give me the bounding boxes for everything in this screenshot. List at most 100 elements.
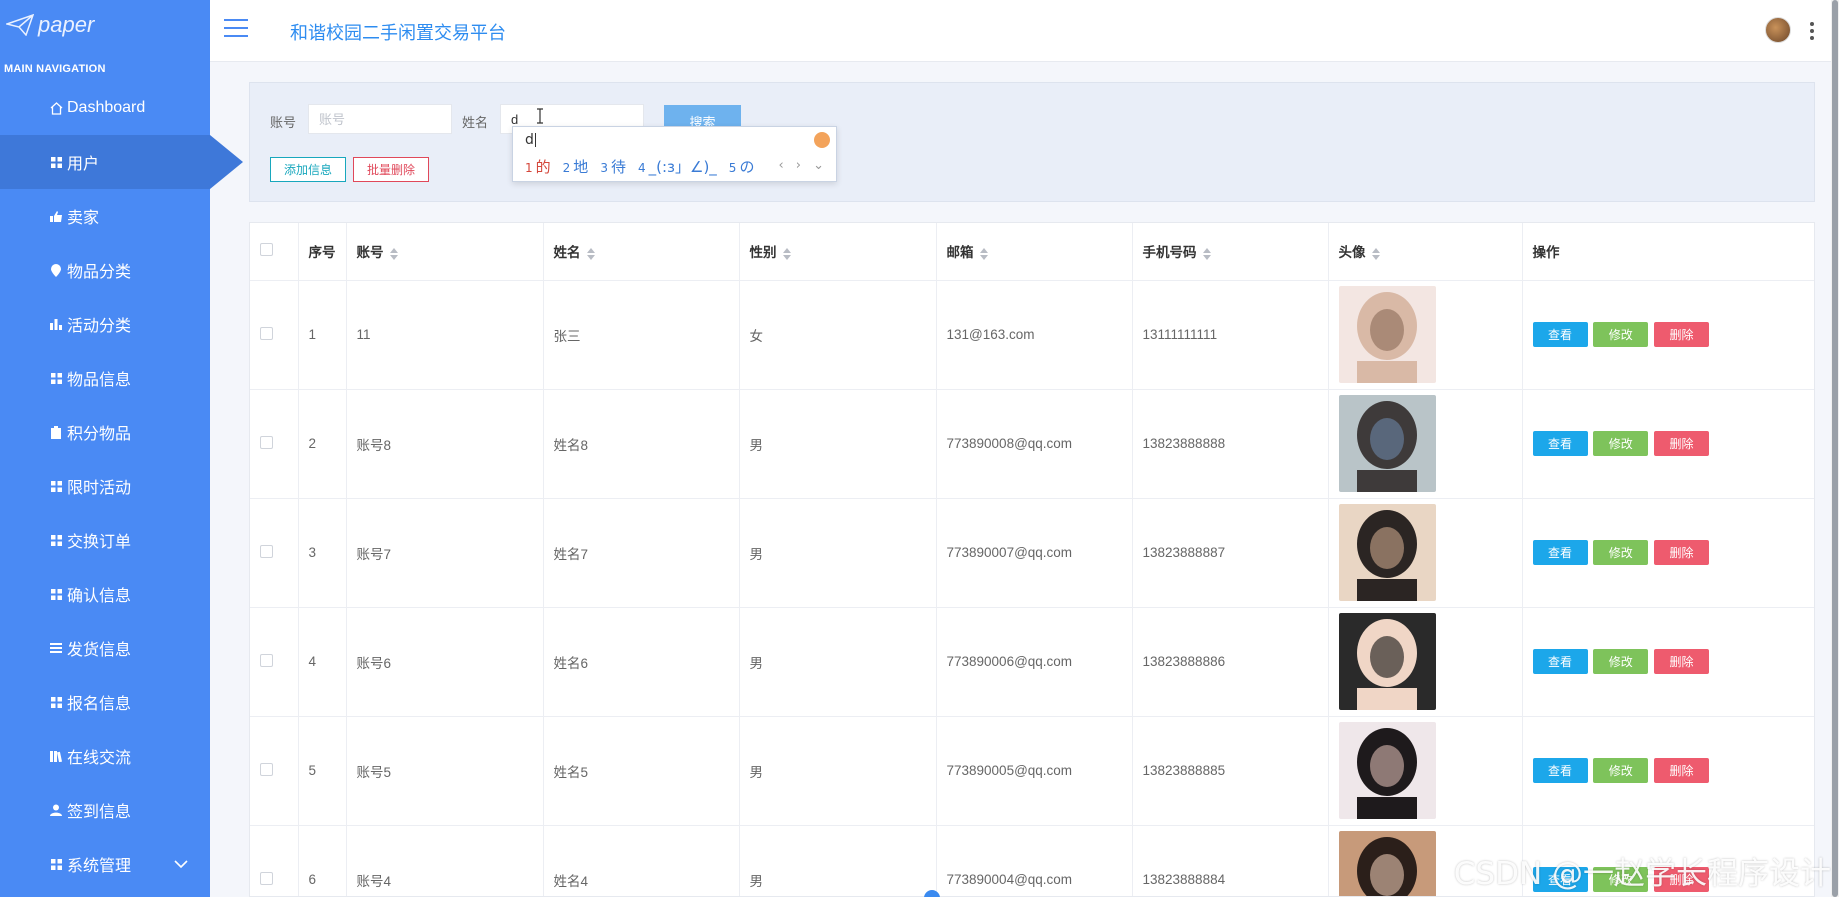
edit-button[interactable]: 修改 (1593, 431, 1649, 456)
edit-button[interactable]: 修改 (1593, 649, 1649, 674)
account-input[interactable] (308, 104, 452, 134)
avatar-photo[interactable] (1338, 395, 1436, 492)
clipboard-icon (49, 425, 63, 439)
view-button[interactable]: 查看 (1532, 540, 1588, 565)
view-button[interactable]: 查看 (1532, 649, 1588, 674)
sidebar-item-sellers[interactable]: 卖家 (0, 189, 210, 243)
more-vertical-icon[interactable] (1809, 22, 1815, 40)
sidebar-item-dashboard[interactable]: Dashboard (0, 81, 210, 135)
row-checkbox[interactable] (260, 326, 273, 340)
cell-avatar (1328, 607, 1523, 717)
select-all-checkbox[interactable] (260, 243, 273, 257)
sort-icon[interactable] (389, 247, 398, 260)
hamburger-menu-icon[interactable] (224, 19, 248, 39)
delete-button[interactable]: 删除 (1654, 649, 1710, 674)
cell-account: 11 (346, 280, 544, 390)
avatar-photo[interactable] (1338, 286, 1436, 383)
sidebar-item-label: 在线交流 (67, 750, 132, 767)
delete-button[interactable]: 删除 (1654, 431, 1710, 456)
row-select-cell (250, 607, 299, 717)
sort-icon[interactable] (782, 247, 791, 260)
cell-phone: 13823888886 (1132, 607, 1329, 717)
avatar-photo[interactable] (1338, 722, 1436, 819)
sidebar-item-flash-activity[interactable]: 限时活动 (0, 459, 210, 513)
col-email[interactable]: 邮箱 (936, 223, 1133, 281)
col-name[interactable]: 姓名 (543, 223, 740, 281)
edit-button[interactable]: 修改 (1593, 758, 1649, 783)
cell-name: 姓名4 (543, 825, 740, 896)
grid-icon (49, 533, 63, 547)
ime-candidate[interactable]: 3待 (600, 156, 626, 177)
col-account[interactable]: 账号 (346, 223, 544, 281)
row-checkbox[interactable] (260, 544, 273, 558)
table-row: 3 账号7 姓名7 男 773890007@qq.com 13823888887… (250, 498, 1814, 608)
sort-icon[interactable] (586, 247, 595, 260)
sidebar-item-activity-category[interactable]: 活动分类 (0, 297, 210, 351)
table-row: 2 账号8 姓名8 男 773890008@qq.com 13823888888… (250, 389, 1814, 499)
batch-delete-button[interactable]: 批量删除 (353, 157, 429, 182)
sidebar-item-item-category[interactable]: 物品分类 (0, 243, 210, 297)
edit-button[interactable]: 修改 (1593, 322, 1649, 347)
row-select-cell (250, 280, 299, 390)
sidebar-item-users[interactable]: 用户 (0, 135, 243, 189)
logo[interactable]: paper (0, 0, 210, 50)
chevron-down-icon[interactable] (174, 856, 188, 874)
watermark: CSDN @一赵学长程序设计 (1453, 856, 1831, 892)
row-checkbox[interactable] (260, 762, 273, 776)
sidebar-item-label: 物品分类 (67, 264, 132, 281)
col-gender[interactable]: 性别 (739, 223, 937, 281)
sidebar-item-signup-info[interactable]: 报名信息 (0, 675, 210, 729)
cell-ops: 查看 修改 删除 (1522, 280, 1814, 390)
sidebar-item-shipping-info[interactable]: 发货信息 (0, 621, 210, 675)
cell-ops: 查看 修改 删除 (1522, 389, 1814, 499)
sidebar-item-label: Dashboard (67, 99, 146, 116)
cell-account: 账号6 (346, 607, 544, 717)
view-button[interactable]: 查看 (1532, 322, 1588, 347)
ime-candidate[interactable]: 4 _(:з」∠)_ (638, 156, 717, 177)
sidebar-item-confirm-info[interactable]: 确认信息 (0, 567, 210, 621)
cell-avatar (1328, 716, 1523, 826)
sort-icon[interactable] (1371, 247, 1380, 260)
avatar-photo[interactable] (1338, 613, 1436, 710)
cell-gender: 男 (739, 825, 937, 896)
avatar-photo[interactable] (1338, 504, 1436, 601)
cell-account: 账号8 (346, 389, 544, 499)
sidebar-item-online-chat[interactable]: 在线交流 (0, 729, 210, 783)
sidebar-item-label: 交换订单 (67, 534, 132, 551)
sidebar-item-label: 确认信息 (67, 588, 132, 605)
delete-button[interactable]: 删除 (1654, 540, 1710, 565)
delete-button[interactable]: 删除 (1654, 758, 1710, 783)
sort-icon[interactable] (979, 247, 988, 260)
sidebar-item-exchange-orders[interactable]: 交换订单 (0, 513, 210, 567)
edit-button[interactable]: 修改 (1593, 540, 1649, 565)
cell-account: 账号4 (346, 825, 544, 896)
vertical-scrollbar[interactable] (1831, 0, 1839, 897)
sidebar-item-item-info[interactable]: 物品信息 (0, 351, 210, 405)
sidebar-item-system-management[interactable]: 系统管理 (0, 837, 210, 891)
col-avatar[interactable]: 头像 (1328, 223, 1523, 281)
avatar-photo[interactable] (1338, 831, 1436, 897)
thumb-icon (49, 209, 63, 223)
cell-gender: 男 (739, 389, 937, 499)
cell-phone: 13823888888 (1132, 389, 1329, 499)
col-phone[interactable]: 手机号码 (1132, 223, 1329, 281)
cell-account: 账号7 (346, 498, 544, 608)
row-checkbox[interactable] (260, 653, 273, 667)
ime-page-nav[interactable]: ‹ › ⌄ (778, 158, 828, 173)
view-button[interactable]: 查看 (1532, 758, 1588, 783)
view-button[interactable]: 查看 (1532, 431, 1588, 456)
sort-icon[interactable] (1202, 247, 1211, 260)
ime-candidate[interactable]: 5の (729, 156, 755, 177)
delete-button[interactable]: 删除 (1654, 322, 1710, 347)
sidebar-item-checkin-info[interactable]: 签到信息 (0, 783, 210, 837)
row-checkbox[interactable] (260, 871, 273, 885)
sidebar-item-points-items[interactable]: 积分物品 (0, 405, 210, 459)
grid-icon (49, 587, 63, 601)
avatar[interactable] (1765, 17, 1791, 43)
add-info-button[interactable]: 添加信息 (270, 157, 346, 182)
row-checkbox[interactable] (260, 435, 273, 449)
ime-candidate[interactable]: 2地 (563, 156, 589, 177)
cell-email: 773890008@qq.com (936, 389, 1133, 499)
ime-candidate[interactable]: 1的 (525, 156, 551, 177)
list-icon (49, 641, 63, 655)
